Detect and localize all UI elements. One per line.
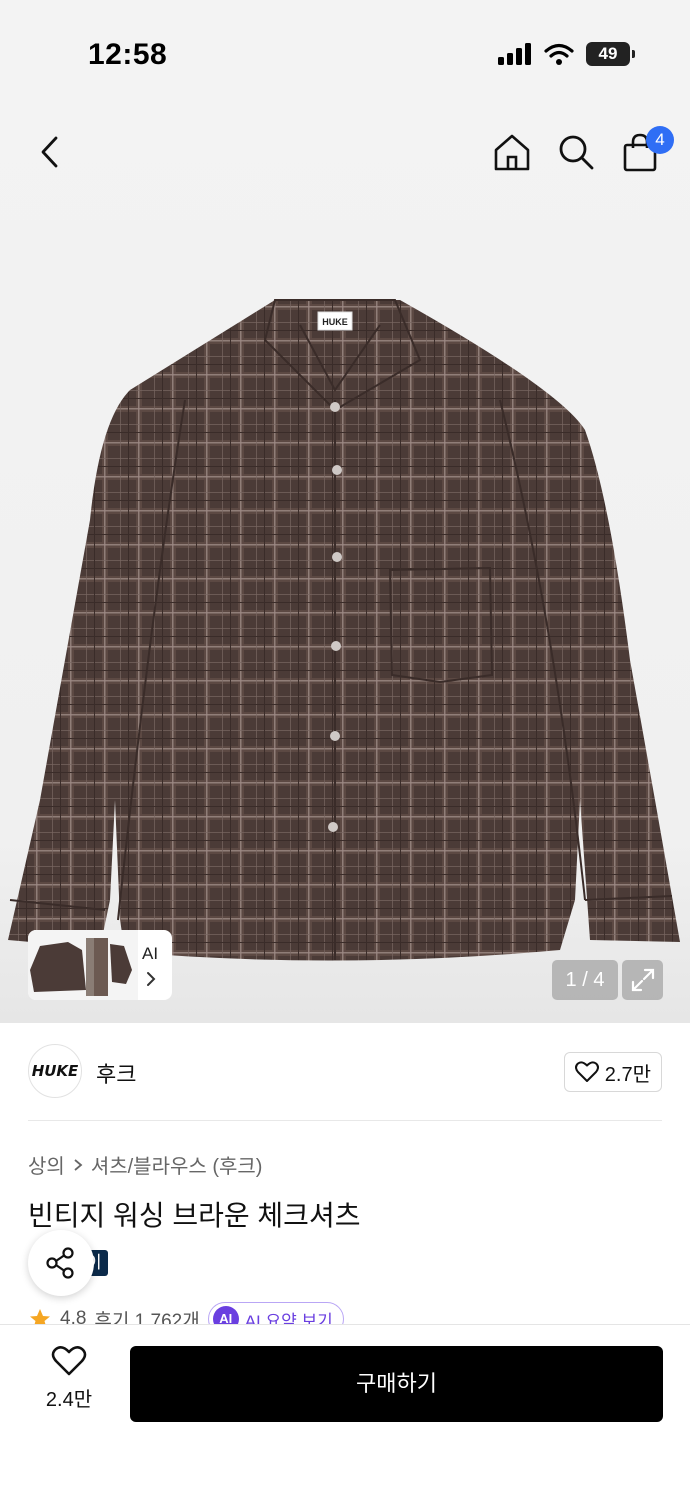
expand-icon: [631, 968, 654, 992]
heart-icon: [51, 1346, 87, 1376]
wishlist-button[interactable]: 2.4만: [36, 1345, 102, 1417]
home-button[interactable]: [490, 128, 534, 176]
buy-button[interactable]: 구매하기: [130, 1346, 663, 1422]
cart-button[interactable]: 4: [618, 126, 674, 176]
brand-name[interactable]: 후크: [96, 1057, 136, 1089]
breadcrumb-item-subcategory[interactable]: 셔츠/블라우스 (후크): [91, 1150, 263, 1179]
brand-like-count: 2.7만: [604, 1063, 651, 1086]
status-icons: 49: [498, 42, 635, 66]
chevron-right-icon: [74, 1158, 83, 1171]
breadcrumb: 상의 셔츠/블라우스 (후크): [28, 1150, 262, 1179]
wifi-icon: [544, 43, 574, 65]
status-bar: 12:58 49: [0, 0, 690, 100]
thumbnail-images: [28, 930, 138, 1000]
cart-count-badge: 4: [646, 126, 674, 154]
home-icon: [494, 134, 530, 171]
image-page-counter: 1 / 4: [552, 960, 618, 1000]
shirt-tag-text: HUKE: [322, 317, 348, 327]
share-icon: [46, 1247, 74, 1279]
chevron-right-icon: [147, 972, 156, 986]
ai-thumbnail-card[interactable]: AI: [28, 930, 172, 1000]
cellular-signal-icon: [498, 43, 531, 65]
product-title: 빈티지 워싱 브라운 체크셔츠: [28, 1200, 361, 1231]
heart-icon: [574, 1061, 599, 1082]
brand-logo[interactable]: HUKE: [28, 1044, 82, 1098]
top-nav-actions: 4: [490, 126, 674, 176]
product-shirt-image: HUKE: [8, 299, 680, 961]
search-icon: [559, 135, 594, 170]
divider: [28, 1120, 662, 1121]
chevron-left-icon: [41, 136, 58, 168]
expand-image-button[interactable]: [622, 960, 663, 1000]
brand-row: HUKE 후크 2.7만: [28, 1044, 662, 1100]
product-image[interactable]: HUKE: [0, 100, 690, 1023]
battery-indicator: 49: [586, 42, 635, 66]
status-time: 12:58: [88, 38, 168, 71]
breadcrumb-item-category[interactable]: 상의: [28, 1150, 65, 1179]
search-button[interactable]: [554, 128, 598, 176]
thumbnail-ai-label: AI: [142, 944, 159, 963]
share-button[interactable]: [28, 1230, 94, 1296]
brand-like-button[interactable]: 2.7만: [563, 1052, 662, 1092]
back-button[interactable]: [28, 130, 72, 174]
wishlist-count: 2.4만: [45, 1389, 93, 1411]
bottom-action-bar: 2.4만 구매하기: [0, 1324, 690, 1500]
